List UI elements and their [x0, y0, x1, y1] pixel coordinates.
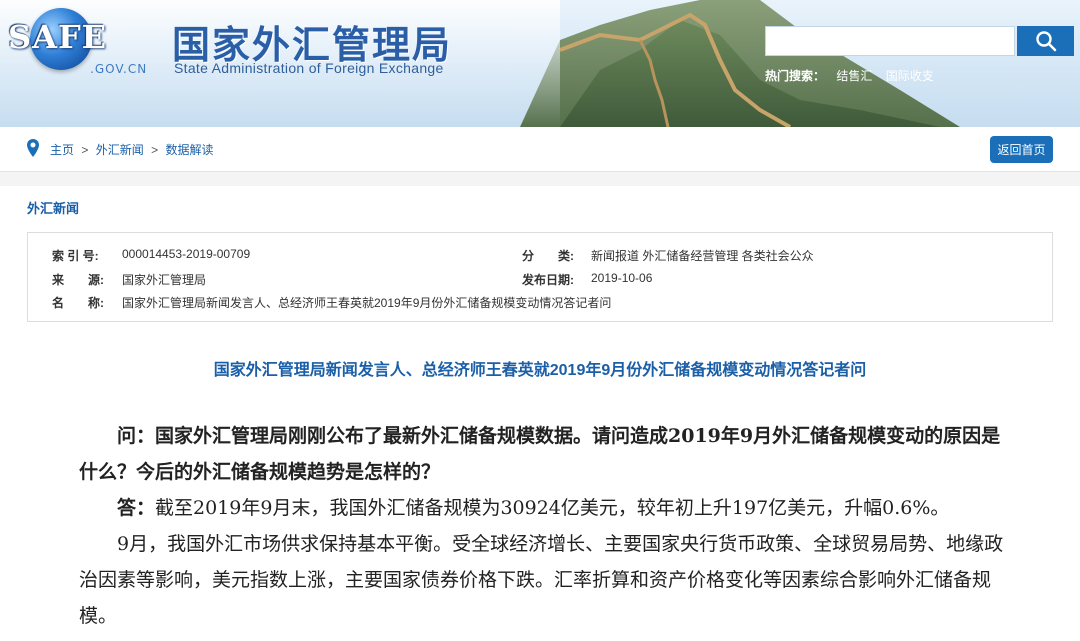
article-body: 问：国家外汇管理局刚刚公布了最新外汇储备规模数据。请问造成2019年9月外汇储备…	[79, 418, 1009, 634]
breadcrumb-forex-news[interactable]: 外汇新闻	[96, 143, 144, 157]
hot-search: 热门搜索： 结售汇 国际收支	[765, 67, 944, 84]
answer-paragraph: 答：截至2019年9月末，我国外汇储备规模为30924亿美元，较年初上升197亿…	[79, 490, 1009, 526]
source-value: 国家外汇管理局	[122, 273, 207, 287]
name-label: 名 称:	[52, 296, 104, 310]
search-input[interactable]	[765, 26, 1015, 56]
question-paragraph: 问：国家外汇管理局刚刚公布了最新外汇储备规模数据。请问造成2019年9月外汇储备…	[79, 425, 1001, 483]
name-value: 国家外汇管理局新闻发言人、总经济师王春英就2019年9月份外汇储备规模变动情况答…	[122, 296, 612, 310]
hot-link-guojishouzhi[interactable]: 国际收支	[886, 69, 934, 83]
category-label: 分 类:	[522, 249, 574, 263]
logo-domain: .GOV.CN	[90, 62, 148, 76]
section-title[interactable]: 外汇新闻	[0, 186, 1080, 226]
location-pin-icon	[27, 139, 39, 157]
index-label: 索 引 号:	[52, 249, 99, 263]
site-title-en: State Administration of Foreign Exchange	[174, 60, 444, 76]
category-value: 新闻报道 外汇储备经营管理 各类社会公众	[591, 249, 814, 263]
breadcrumb: 主页 > 外汇新闻 > 数据解读	[50, 143, 214, 157]
site-header: SAFE .GOV.CN 国家外汇管理局 State Administratio…	[0, 0, 1080, 127]
date-label: 发布日期:	[522, 273, 574, 287]
divider	[0, 172, 1080, 186]
body-paragraph: 9月，我国外汇市场供求保持基本平衡。受全球经济增长、主要国家央行货币政策、全球贸…	[79, 533, 1004, 627]
answer-label: 答：	[117, 497, 156, 519]
hot-search-label: 热门搜索：	[765, 69, 826, 83]
safe-logo[interactable]: SAFE	[8, 18, 107, 56]
breadcrumb-home[interactable]: 主页	[50, 143, 74, 157]
source-label: 来 源:	[52, 273, 104, 287]
breadcrumb-bar: 主页 > 外汇新闻 > 数据解读 返回首页	[0, 127, 1080, 172]
search-icon	[1035, 31, 1056, 52]
document-meta-table: 索 引 号: 000014453-2019-00709 分 类: 新闻报道 外汇…	[27, 232, 1053, 322]
back-home-button[interactable]: 返回首页	[990, 136, 1053, 163]
hot-link-jieshouhui[interactable]: 结售汇	[836, 69, 872, 83]
breadcrumb-data-interpretation[interactable]: 数据解读	[165, 143, 213, 157]
answer-text: 截至2019年9月末，我国外汇储备规模为30924亿美元，较年初上升197亿美元…	[155, 497, 950, 519]
index-value: 000014453-2019-00709	[122, 247, 251, 261]
great-wall-banner-image	[0, 0, 960, 127]
search-button[interactable]	[1017, 26, 1074, 56]
main-content: 外汇新闻 索 引 号: 000014453-2019-00709 分 类: 新闻…	[0, 186, 1080, 627]
date-value: 2019-10-06	[591, 271, 653, 285]
article-title: 国家外汇管理局新闻发言人、总经济师王春英就2019年9月份外汇储备规模变动情况答…	[213, 362, 867, 379]
